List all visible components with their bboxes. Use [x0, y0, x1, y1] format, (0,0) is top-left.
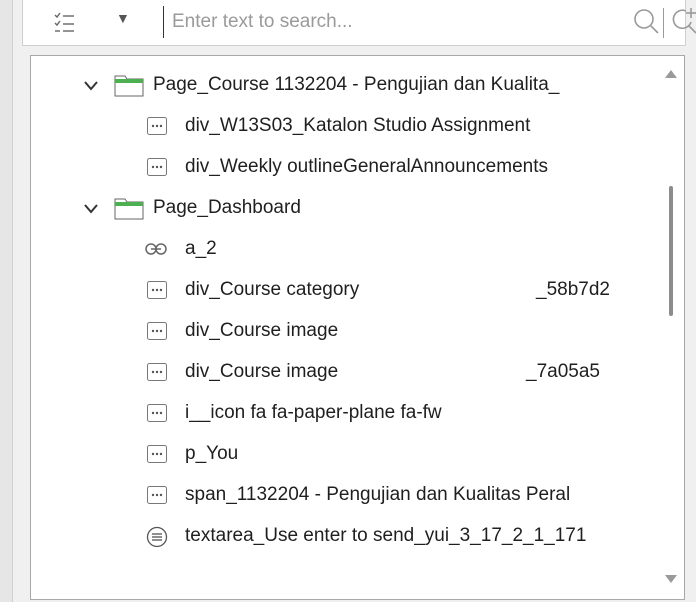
add-search-icon[interactable] [669, 6, 696, 41]
tree-element-item[interactable]: div_W13S03_Katalon Studio Assignment [31, 106, 656, 146]
element-icon [147, 404, 167, 427]
textarea-icon [146, 526, 168, 553]
tree-item-label: p_You [185, 443, 239, 464]
tree-element-item[interactable]: div_Course category _58b7d2 [31, 270, 656, 310]
tree-item-label: span_1132204 - Pengujian dan Kualitas Pe… [185, 484, 571, 505]
object-repository-tree[interactable]: Page_Course 1132204 - Pengujian dan Kual… [30, 55, 685, 600]
tree-element-item[interactable]: i__icon fa fa-paper-plane fa-fw [31, 393, 656, 433]
tree-item-label: textarea_Use enter to send_yui_3_17_2_1_… [185, 525, 587, 546]
search-icon[interactable] [631, 6, 661, 41]
tree-item-label: i__icon fa fa-paper-plane fa-fw [185, 402, 442, 423]
tree-item-label: div_W13S03_Katalon Studio Assignment [185, 115, 531, 136]
vertical-scrollbar[interactable] [658, 56, 684, 599]
element-icon [147, 281, 167, 304]
search-input[interactable] [163, 6, 571, 38]
tree-item-label: div_Course image [185, 361, 339, 382]
tree-item-suffix: _58b7d2 [536, 279, 610, 300]
tree-folder-item[interactable]: Page_Dashboard [31, 188, 656, 228]
tree-textarea-item[interactable]: textarea_Use enter to send_yui_3_17_2_1_… [31, 516, 656, 556]
left-panel-edge [0, 0, 13, 602]
folder-icon [114, 196, 144, 225]
tree-item-label: div_Course image [185, 320, 339, 341]
tree-item-label: div_Course category [185, 279, 360, 300]
element-icon [147, 363, 167, 386]
tree-folder-item[interactable]: Page_Course 1132204 - Pengujian dan Kual… [31, 65, 656, 105]
chevron-down-icon[interactable] [83, 202, 99, 220]
tree-element-item[interactable]: span_1132204 - Pengujian dan Kualitas Pe… [31, 475, 656, 515]
tree-element-item[interactable]: div_Course image [31, 311, 656, 351]
scrollbar-thumb[interactable] [669, 186, 673, 316]
tree-element-item[interactable]: div_Course image _7a05a5 [31, 352, 656, 392]
folder-icon [114, 73, 144, 102]
chevron-down-icon[interactable] [83, 79, 99, 97]
tree-link-item[interactable]: a_2 [31, 229, 656, 269]
scroll-down-arrow-icon[interactable] [664, 571, 678, 589]
chevron-down-icon[interactable]: ▼ [116, 10, 130, 26]
tree-item-suffix: _7a05a5 [526, 361, 600, 382]
filter-list-icon[interactable] [53, 12, 75, 39]
element-icon [147, 486, 167, 509]
scroll-up-arrow-icon[interactable] [664, 66, 678, 84]
search-toolbar: ▼ [22, 0, 696, 46]
toolbar-divider [663, 8, 664, 38]
element-icon [147, 117, 167, 140]
tree-element-item[interactable]: p_You [31, 434, 656, 474]
tree-item-label: div_Weekly outlineGeneralAnnouncements [185, 156, 548, 177]
element-icon [147, 322, 167, 345]
tree-element-item[interactable]: div_Weekly outlineGeneralAnnouncements [31, 147, 656, 187]
tree-item-label: a_2 [185, 238, 217, 259]
element-icon [147, 445, 167, 468]
tree-item-label: Page_Course 1132204 - Pengujian dan Kual… [153, 74, 560, 95]
tree-item-label: Page_Dashboard [153, 197, 301, 218]
element-icon [147, 158, 167, 181]
link-icon [145, 240, 167, 263]
